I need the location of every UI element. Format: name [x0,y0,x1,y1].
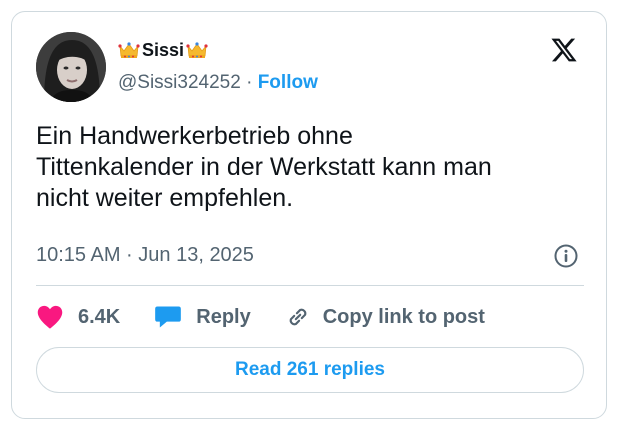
avatar-photo [36,32,106,102]
author-handle-row: @Sissi324252 · Follow [118,71,318,95]
tweet-card: Sissi @Sissi324252 · Follow Ein Handwerk… [11,11,607,419]
like-button[interactable]: 6.4K [36,304,120,330]
author-handle[interactable]: @Sissi324252 [118,72,241,93]
reply-button[interactable]: Reply [154,304,251,330]
tweet-text: Ein Handwerkerbetrieb ohne Tittenkalende… [36,122,492,212]
heart-icon [37,305,63,329]
avatar[interactable] [36,32,106,102]
author-display-name-row[interactable]: Sissi [118,39,208,61]
divider [36,285,584,286]
read-replies-button[interactable]: Read 261 replies [36,347,584,393]
tweet-timestamp[interactable]: 10:15 AM · Jun 13, 2025 [36,243,254,267]
info-icon[interactable] [553,243,579,269]
link-icon [289,308,307,326]
read-replies-label: Read 261 replies [235,359,385,380]
crown-icon [186,42,208,58]
x-logo-icon[interactable] [549,36,579,64]
action-bar: 6.4K Reply Copy link to post [36,302,485,332]
crown-icon [118,42,140,58]
copy-link-button[interactable]: Copy link to post [285,304,485,330]
author-display-name[interactable]: Sissi [142,39,184,61]
handle-separator: · [246,72,258,93]
follow-button[interactable]: Follow [258,72,318,93]
like-count: 6.4K [78,305,121,328]
reply-label: Reply [196,305,251,328]
copy-link-label: Copy link to post [322,305,485,328]
speech-bubble-icon [155,306,182,328]
